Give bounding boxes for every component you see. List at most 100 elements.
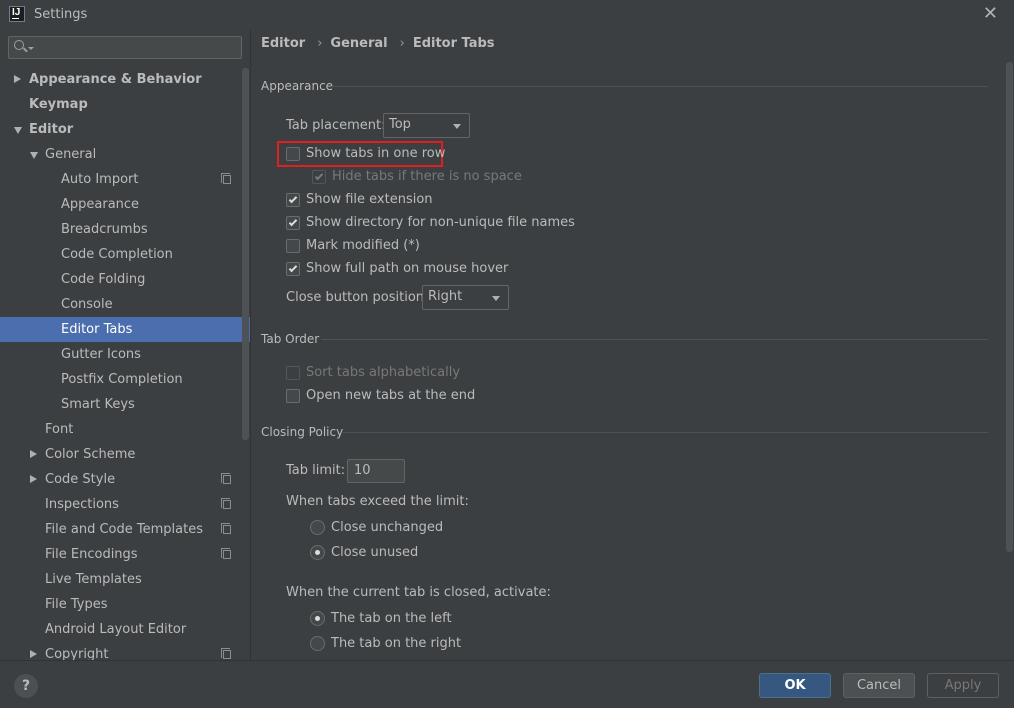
- mark-modified-checkbox[interactable]: [286, 239, 300, 253]
- expand-arrow-icon[interactable]: [30, 475, 37, 483]
- search-icon: [14, 40, 24, 50]
- sidebar-item-label: Postfix Completion: [61, 372, 183, 387]
- sidebar-item-font[interactable]: Font: [0, 417, 250, 442]
- sidebar-item-code-completion[interactable]: Code Completion: [0, 242, 250, 267]
- window-title: Settings: [34, 7, 88, 22]
- sidebar-item-label: Appearance & Behavior: [29, 72, 202, 87]
- ok-button[interactable]: OK: [759, 673, 831, 698]
- breadcrumb: Editor › General › Editor Tabs: [261, 36, 499, 51]
- sidebar-item-label: File Types: [45, 597, 108, 612]
- close-unused-label: Close unused: [331, 545, 419, 560]
- section-divider: [343, 432, 988, 433]
- breadcrumb-item-editor: Editor: [261, 36, 306, 51]
- sidebar-item-keymap[interactable]: Keymap: [0, 92, 250, 117]
- sidebar-item-console[interactable]: Console: [0, 292, 250, 317]
- sidebar-item-file-and-code-templates[interactable]: File and Code Templates: [0, 517, 250, 542]
- sidebar-item-code-folding[interactable]: Code Folding: [0, 267, 250, 292]
- sidebar-item-copyright[interactable]: Copyright: [0, 642, 250, 660]
- close-unchanged-radio[interactable]: [310, 520, 325, 535]
- sidebar-item-live-templates[interactable]: Live Templates: [0, 567, 250, 592]
- tab-on-left-label: The tab on the left: [331, 611, 452, 626]
- sidebar-item-inspections[interactable]: Inspections: [0, 492, 250, 517]
- tab-limit-input[interactable]: 10: [347, 459, 405, 483]
- close-icon[interactable]: ✕: [983, 5, 998, 23]
- show-tabs-one-row-checkbox[interactable]: [286, 147, 300, 161]
- show-directory-checkbox[interactable]: [286, 216, 300, 230]
- checkmark-icon: [314, 171, 324, 181]
- search-history-dropdown-icon[interactable]: [28, 47, 34, 50]
- mark-modified-label: Mark modified (*): [306, 238, 420, 253]
- sidebar-item-editor[interactable]: Editor: [0, 117, 250, 142]
- checkmark-icon: [288, 217, 298, 227]
- content-scrollbar[interactable]: [1006, 62, 1013, 552]
- show-full-path-checkbox[interactable]: [286, 262, 300, 276]
- tab-placement-value: Top: [389, 117, 411, 132]
- open-new-tabs-at-end-checkbox[interactable]: [286, 389, 300, 403]
- tab-limit-label: Tab limit:: [286, 463, 346, 478]
- tab-limit-value: 10: [354, 463, 371, 478]
- project-settings-copy-icon: [221, 648, 231, 659]
- sidebar-item-color-scheme[interactable]: Color Scheme: [0, 442, 250, 467]
- close-button-position-select[interactable]: Right: [422, 285, 509, 310]
- exceed-limit-label: When tabs exceed the limit:: [286, 494, 469, 509]
- collapse-arrow-icon[interactable]: [14, 127, 22, 134]
- sidebar-item-editor-tabs[interactable]: Editor Tabs: [0, 317, 250, 342]
- collapse-arrow-icon[interactable]: [30, 152, 38, 159]
- tab-on-left-radio[interactable]: [310, 611, 325, 626]
- sidebar-item-gutter-icons[interactable]: Gutter Icons: [0, 342, 250, 367]
- radio-selected-dot: [315, 550, 320, 555]
- sidebar-item-postfix-completion[interactable]: Postfix Completion: [0, 367, 250, 392]
- expand-arrow-icon[interactable]: [30, 650, 37, 658]
- editor-tabs-panel: Editor › General › Editor Tabs Appearance Ta…: [250, 30, 1014, 660]
- sidebar-item-smart-keys[interactable]: Smart Keys: [0, 392, 250, 417]
- intellij-app-icon: IJ: [9, 6, 25, 22]
- sort-alphabetically-checkbox[interactable]: [286, 366, 300, 380]
- sidebar-item-android-layout-editor[interactable]: Android Layout Editor: [0, 617, 250, 642]
- radio-selected-dot: [315, 616, 320, 621]
- sidebar-item-file-types[interactable]: File Types: [0, 592, 250, 617]
- section-title-closing-policy: Closing Policy: [261, 425, 344, 439]
- project-settings-copy-icon: [221, 548, 231, 559]
- cancel-button[interactable]: Cancel: [843, 673, 915, 698]
- sidebar-item-label: Code Style: [45, 472, 116, 487]
- sidebar-item-file-encodings[interactable]: File Encodings: [0, 542, 250, 567]
- sidebar-item-label: Android Layout Editor: [45, 622, 187, 637]
- title-bar: IJ Settings ✕: [0, 0, 1014, 30]
- section-divider: [321, 339, 988, 340]
- project-settings-copy-icon: [221, 498, 231, 509]
- sidebar-item-breadcrumbs[interactable]: Breadcrumbs: [0, 217, 250, 242]
- settings-search-input[interactable]: [8, 36, 242, 59]
- sidebar-item-appearance-behavior[interactable]: Appearance & Behavior: [0, 67, 250, 92]
- help-button[interactable]: ?: [14, 674, 38, 698]
- breadcrumb-item-general: General: [330, 36, 388, 51]
- sidebar-item-label: Gutter Icons: [61, 347, 141, 362]
- checkmark-icon: [288, 263, 298, 273]
- expand-arrow-icon[interactable]: [14, 75, 21, 83]
- close-unused-radio[interactable]: [310, 545, 325, 560]
- sidebar-item-appearance[interactable]: Appearance: [0, 192, 250, 217]
- sidebar-item-label: General: [45, 147, 97, 162]
- sidebar-item-label: Copyright: [45, 647, 109, 660]
- show-file-extension-label: Show file extension: [306, 192, 433, 207]
- close-unchanged-label: Close unchanged: [331, 520, 444, 535]
- hide-tabs-no-space-checkbox[interactable]: [312, 170, 326, 184]
- sidebar-item-auto-import[interactable]: Auto Import: [0, 167, 250, 192]
- breadcrumb-item-editor-tabs: Editor Tabs: [412, 36, 495, 51]
- show-tabs-one-row-label: Show tabs in one row: [306, 146, 446, 161]
- sidebar-item-label: Code Folding: [61, 272, 146, 287]
- sidebar-item-general[interactable]: General: [0, 142, 250, 167]
- sidebar-item-label: Keymap: [29, 97, 88, 112]
- tab-on-right-radio[interactable]: [310, 636, 325, 651]
- sidebar-item-label: Inspections: [45, 497, 119, 512]
- sidebar-item-code-style[interactable]: Code Style: [0, 467, 250, 492]
- sidebar-scrollbar[interactable]: [242, 68, 249, 440]
- breadcrumb-separator: ›: [317, 36, 323, 51]
- tab-placement-select[interactable]: Top: [383, 113, 470, 138]
- checkmark-icon: [288, 194, 298, 204]
- show-file-extension-checkbox[interactable]: [286, 193, 300, 207]
- sidebar-item-label: Color Scheme: [45, 447, 136, 462]
- sidebar-item-label: Appearance: [61, 197, 140, 212]
- expand-arrow-icon[interactable]: [30, 450, 37, 458]
- apply-button[interactable]: Apply: [927, 673, 999, 698]
- project-settings-copy-icon: [221, 473, 231, 484]
